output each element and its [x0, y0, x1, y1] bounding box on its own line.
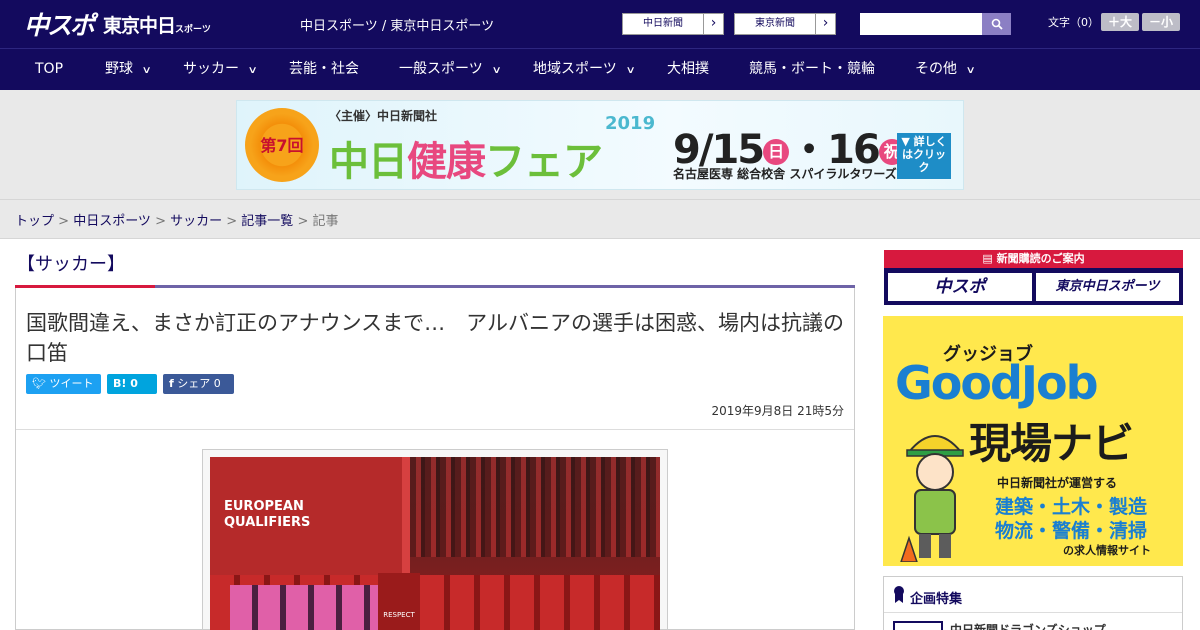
breadcrumb-chunichi-sports[interactable]: 中日スポーツ: [73, 214, 151, 229]
chevron-down-icon: ∨: [247, 65, 258, 76]
search-box: [860, 13, 1011, 35]
facebook-share-button[interactable]: f シェア 0: [163, 374, 234, 394]
banner-venue: 名古屋医専 総合校舎 スパイラルタワーズ: [673, 167, 897, 181]
chevron-right-icon: ›: [703, 14, 723, 34]
tweet-button[interactable]: 🐦︎ ツイート: [26, 374, 101, 394]
chevron-down-icon: ∨: [491, 65, 502, 76]
top-bar: 中スポ 東京中日スポーツ 中日スポーツ / 東京中日スポーツ 中日新聞 › 東京…: [0, 0, 1200, 48]
font-smaller-button[interactable]: －小: [1142, 13, 1180, 31]
search-icon: [991, 18, 1003, 30]
chevron-down-icon: ∨: [625, 65, 636, 76]
search-button[interactable]: [982, 13, 1011, 35]
hatena-bookmark-button[interactable]: B! 0: [107, 374, 157, 394]
nav-local-sports[interactable]: 地域スポーツ ∨: [533, 49, 636, 91]
logo-chuspo: 中スポ: [24, 11, 95, 40]
breadcrumb: トップ > 中日スポーツ > サッカー > 記事一覧 > 記事: [15, 214, 339, 229]
banner-year: 2019: [605, 113, 656, 134]
feature-item-link[interactable]: 中日新聞ドラゴンズショップ: [950, 621, 1106, 630]
photo-respect-badge: RESPECT: [378, 573, 420, 630]
section-label: 【サッカー】: [17, 254, 125, 275]
banner-title: 中日健康フェア: [329, 139, 603, 185]
subscribe-chuspo-button[interactable]: 中スポ: [888, 273, 1032, 301]
nav-top[interactable]: TOP: [35, 49, 63, 91]
nav-sumo[interactable]: 大相撲: [667, 49, 709, 91]
breadcrumb-top[interactable]: トップ: [15, 214, 54, 229]
tokyo-shimbun-link[interactable]: 東京新聞 ›: [734, 13, 836, 35]
chunichi-shimbun-link[interactable]: 中日新聞 ›: [622, 13, 724, 35]
goodjob-subtitle: 中日新聞社が運営する: [997, 476, 1118, 490]
breadcrumb-article-list[interactable]: 記事一覧: [241, 214, 293, 229]
banner-organizer: 〈主催〉中日新聞社: [329, 109, 438, 123]
banner-area: 第7回 〈主催〉中日新聞社 2019 中日健康フェア 9/15 日・16 祝 名古屋…: [0, 90, 1200, 200]
nav-racing[interactable]: 競馬・ボート・競輪: [749, 49, 875, 91]
font-size-label: 文字（0）: [1048, 16, 1099, 29]
newspaper-icon: ▤: [982, 252, 997, 265]
main-nav: TOP 野球 ∨ サッカー ∨ 芸能・社会 一般スポーツ ∨ 地域スポーツ ∨ 大相撲 …: [0, 48, 1200, 90]
divider: [884, 612, 1182, 613]
facebook-icon: f: [169, 377, 174, 390]
subscribe-tokyo-chunichi-button[interactable]: 東京中日スポーツ: [1036, 273, 1179, 301]
site-title[interactable]: 中日スポーツ / 東京中日スポーツ: [300, 15, 494, 34]
font-larger-button[interactable]: ＋大: [1101, 13, 1139, 31]
article-date: 2019年9月8日 21時5分: [711, 404, 844, 418]
goodjob-ad[interactable]: グッジョブ GoodJob 現場ナビ 中日新聞社が運営する 建築・土木・製造 物…: [883, 316, 1183, 566]
logo-tokyo-chunichi: 東京中日スポーツ: [103, 14, 211, 37]
health-fair-banner[interactable]: 第7回 〈主催〉中日新聞社 2019 中日健康フェア 9/15 日・16 祝 名古屋…: [236, 100, 964, 190]
nav-baseball[interactable]: 野球 ∨: [105, 49, 152, 91]
site-logo[interactable]: 中スポ 東京中日スポーツ: [24, 8, 211, 40]
photo-referees: [230, 585, 380, 630]
nav-other[interactable]: その他 ∨: [915, 49, 976, 91]
goodjob-jobs-line1: 建築・土木・製造: [995, 496, 1148, 518]
flower-badge: 第7回: [245, 108, 319, 182]
article-photo[interactable]: EUROPEAN QUALIFIERS RESPECT: [210, 457, 660, 630]
chevron-down-icon: ∨: [141, 65, 152, 76]
article-headline: 国歌間違え、まさか訂正のアナウンスまで… アルバニアの選手は困惑、場内は抗議の口…: [26, 311, 844, 365]
feature-thumbnail[interactable]: [893, 621, 943, 630]
nav-general-sports[interactable]: 一般スポーツ ∨: [399, 49, 502, 91]
nav-entertainment[interactable]: 芸能・社会: [289, 49, 359, 91]
banner-details-button[interactable]: ▼ 詳しくはクリック: [897, 133, 951, 179]
goodjob-navi: 現場ナビ: [969, 419, 1134, 468]
worker-illustration-icon: [900, 435, 964, 562]
goodjob-logo: GoodJob: [895, 356, 1099, 410]
breadcrumb-current: 記事: [312, 214, 339, 229]
goodjob-footer: の求人情報サイト: [1063, 544, 1151, 557]
photo-crowd: [410, 457, 660, 557]
nav-soccer[interactable]: サッカー ∨: [183, 49, 258, 91]
chevron-right-icon: ›: [815, 14, 835, 34]
divider: [16, 429, 854, 430]
feature-title: 企画特集: [910, 592, 963, 607]
breadcrumb-soccer[interactable]: サッカー: [170, 214, 222, 229]
goodjob-jobs-line2: 物流・警備・清掃: [995, 520, 1148, 542]
search-input[interactable]: [860, 13, 982, 35]
subscription-heading: ▤ 新聞購読のご案内: [884, 250, 1183, 268]
ribbon-icon: [894, 586, 904, 603]
chevron-down-icon: ∨: [965, 65, 976, 76]
twitter-bird-icon: 🐦︎: [32, 377, 46, 390]
